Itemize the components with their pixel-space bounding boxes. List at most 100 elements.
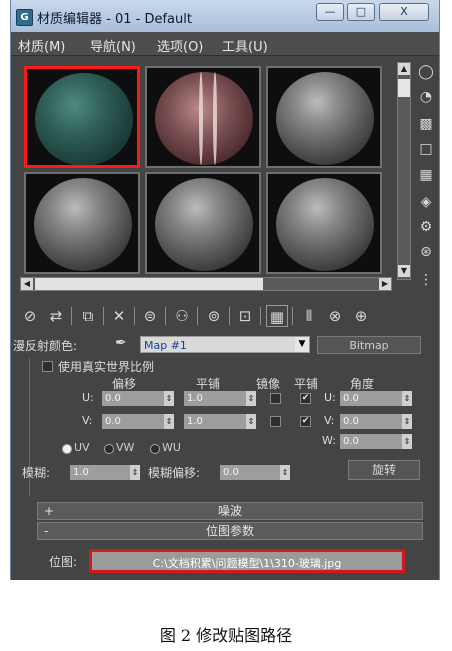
real-world-scale-checkbox[interactable] [42,361,53,372]
background-icon[interactable]: ▩ [416,114,436,134]
slots-horizontal-scrollbar[interactable]: ◀ ▶ [20,277,392,291]
minimize-button[interactable]: — [316,3,344,21]
toolbar-divider [292,307,293,325]
close-button[interactable]: X [379,3,429,21]
v-tiling-spinner[interactable]: 1.0 ⇕ [184,414,256,429]
v-mirror-checkbox[interactable] [270,416,281,427]
sample-slot-2[interactable] [145,66,261,168]
options-icon[interactable]: ⚙ [416,217,436,237]
reset-map-icon[interactable]: ✕ [108,305,130,327]
scroll-right-icon[interactable]: ▶ [379,278,391,290]
menu-navigation[interactable]: 导航(N) [90,36,136,55]
copy-material-icon[interactable]: ⊜ [139,305,161,327]
vw-radio[interactable] [104,444,114,454]
material-editor-window: G 材质编辑器 - 01 - Default — □ X 材质(M) 导航(N)… [10,0,440,580]
backlight-icon[interactable]: ◔ [416,87,436,107]
menu-material[interactable]: 材质(M) [18,36,65,55]
tile-header: 平铺 [294,377,319,391]
spinner-arrows-icon[interactable]: ⇕ [402,391,412,406]
vw-radio-label: VW [116,441,135,454]
u-angle-spinner[interactable]: 0.0 ⇕ [340,391,412,406]
assign-material-icon[interactable]: ⧉ [77,305,99,327]
make-preview-icon[interactable]: ◈ [416,192,436,212]
uv-radio[interactable] [62,444,72,454]
v-offset-spinner[interactable]: 0.0 ⇕ [102,414,174,429]
title-bar[interactable]: G 材质编辑器 - 01 - Default — □ X [11,0,439,32]
put-to-library-icon[interactable]: ⊚ [203,305,225,327]
spinner-arrows-icon[interactable]: ⇕ [164,391,174,406]
sample-slot-3[interactable] [266,66,382,168]
u-angle-label: U: [324,391,336,404]
sample-uv-tiling-icon[interactable]: □ [416,139,436,159]
w-angle-value: 0.0 [343,436,359,447]
map-name-value: Map #1 [144,339,187,352]
spinner-arrows-icon[interactable]: ⇕ [246,414,256,429]
menu-utilities[interactable]: 工具(U) [222,36,268,55]
sample-type-icon[interactable]: ◯ [416,62,436,82]
noise-rollout-header[interactable]: + 噪波 [37,502,423,520]
toolbar-divider [71,307,72,325]
pick-material-icon[interactable]: ✒ [115,335,127,351]
scroll-up-icon[interactable]: ▲ [398,63,410,75]
u-mirror-checkbox[interactable] [270,393,281,404]
noise-rollout-title: 噪波 [217,504,242,518]
blur-spinner[interactable]: 1.0 ⇕ [70,465,140,480]
rotate-button[interactable]: 旋转 [348,460,420,480]
u-offset-spinner[interactable]: 0.0 ⇕ [102,391,174,406]
sample-slot-1[interactable] [24,66,140,168]
show-map-in-viewport-icon[interactable]: ▦ [266,305,288,327]
video-color-check-icon[interactable]: ▦ [416,165,436,185]
angle-header: 角度 [350,377,375,391]
slots-vertical-scrollbar[interactable]: ▲ ▼ [397,62,411,280]
material-map-navigator-icon[interactable]: ⋮ [416,270,436,290]
sample-slot-5[interactable] [145,172,261,274]
v-tile-checkbox[interactable]: ✔ [300,416,311,427]
u-angle-value: 0.0 [343,393,359,404]
bitmap-params-rollout-header[interactable]: - 位图参数 [37,522,423,540]
sample-slot-4[interactable] [24,172,140,274]
go-forward-icon[interactable]: ⊕ [350,305,372,327]
get-material-icon[interactable]: ⊘ [19,305,41,327]
scroll-left-icon[interactable]: ◀ [21,278,33,290]
stripe-mark [213,72,217,165]
spinner-arrows-icon[interactable]: ⇕ [402,434,412,449]
spinner-arrows-icon[interactable]: ⇕ [164,414,174,429]
v-angle-spinner[interactable]: 0.0 ⇕ [340,414,412,429]
map-name-dropdown[interactable]: Map #1 ▼ [140,336,310,353]
material-effects-channel-icon[interactable]: ⊡ [234,305,256,327]
spinner-arrows-icon[interactable]: ⇕ [402,414,412,429]
sample-slot-6[interactable] [266,172,382,274]
u-tiling-spinner[interactable]: 1.0 ⇕ [184,391,256,406]
blur-offset-label: 模糊偏移: [148,466,201,480]
menu-options[interactable]: 选项(O) [157,36,203,55]
material-sphere-default [34,178,132,271]
select-by-material-icon[interactable]: ⊛ [416,242,436,262]
make-unique-icon[interactable]: ⚇ [171,305,193,327]
chevron-down-icon[interactable]: ▼ [295,337,309,352]
v-angle-value: 0.0 [343,416,359,427]
maximize-button[interactable]: □ [347,3,375,21]
spinner-arrows-icon[interactable]: ⇕ [246,391,256,406]
go-to-parent-icon[interactable]: ⊗ [324,305,346,327]
map-type-button[interactable]: Bitmap [317,336,421,354]
bitmap-path-button[interactable]: C:\文档积累\问题模型\1\310-玻璃.jpg [89,549,405,573]
scroll-thumb[interactable] [398,79,410,97]
put-material-icon[interactable]: ⇄ [45,305,67,327]
u-tile-checkbox[interactable]: ✔ [300,393,311,404]
scroll-thumb[interactable] [35,278,263,290]
spinner-arrows-icon[interactable]: ⇕ [130,465,140,480]
spinner-arrows-icon[interactable]: ⇕ [280,465,290,480]
mirror-header: 镜像 [256,377,281,391]
app-logo-icon: G [16,9,33,26]
w-angle-spinner[interactable]: 0.0 ⇕ [340,434,412,449]
wu-radio[interactable] [150,444,160,454]
v-offset-value: 0.0 [105,416,121,427]
bitmap-params-title: 位图参数 [205,524,254,538]
material-sphere-default [276,72,374,165]
show-end-result-icon[interactable]: ⫴ [298,305,320,327]
toolbar-divider [165,307,166,325]
bitmap-label: 位图: [49,555,78,569]
scroll-down-icon[interactable]: ▼ [398,265,410,277]
blur-offset-spinner[interactable]: 0.0 ⇕ [220,465,290,480]
offset-header: 偏移 [112,377,137,391]
